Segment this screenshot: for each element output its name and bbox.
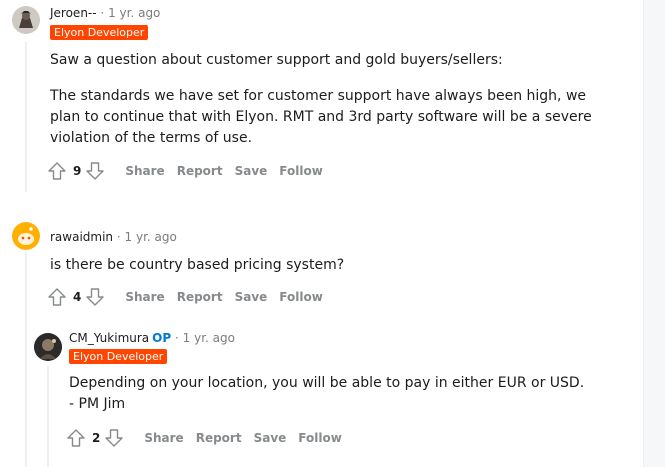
timestamp[interactable]: 1 yr. ago	[125, 230, 177, 244]
comment: Jeroen-- · 1 yr. ago Elyon Developer Saw…	[0, 0, 643, 200]
user-flair: Elyon Developer	[69, 349, 168, 364]
comment-paragraph: The standards we have set for customer s…	[50, 88, 592, 146]
timestamp[interactable]: 1 yr. ago	[183, 331, 235, 345]
author-name[interactable]: Jeroen--	[50, 6, 97, 20]
upvote-icon[interactable]	[47, 287, 67, 307]
comment-paragraph: Saw a question about customer support an…	[50, 52, 503, 68]
comment-paragraph: - PM Jim	[69, 396, 126, 412]
upvote-icon[interactable]	[66, 428, 86, 448]
upvote-icon[interactable]	[47, 161, 67, 181]
comment-actions: 2 Share Report Save Follow	[66, 426, 342, 450]
report-button[interactable]: Report	[177, 290, 223, 304]
comment-body: Saw a question about customer support an…	[50, 50, 610, 149]
author-name[interactable]: rawaidmin	[50, 230, 113, 244]
share-button[interactable]: Share	[125, 290, 164, 304]
page-background-rail	[643, 0, 665, 467]
comment-body: Depending on your location, you will be …	[69, 373, 629, 415]
vote-score: 2	[92, 431, 101, 445]
avatar[interactable]	[12, 6, 40, 34]
user-avatar-icon	[34, 333, 62, 361]
follow-button[interactable]: Follow	[279, 164, 323, 178]
user-flair: Elyon Developer	[50, 25, 149, 40]
separator: ·	[100, 6, 105, 20]
comment-meta: Jeroen-- · 1 yr. ago	[50, 5, 160, 21]
save-button[interactable]: Save	[235, 290, 268, 304]
snoo-avatar-icon	[12, 222, 40, 250]
report-button[interactable]: Report	[177, 164, 223, 178]
comment-meta: CM_Yukimura OP · 1 yr. ago	[69, 330, 235, 346]
save-button[interactable]: Save	[254, 431, 287, 445]
share-button[interactable]: Share	[125, 164, 164, 178]
user-avatar-icon	[12, 6, 40, 34]
comment-actions: 9 Share Report Save Follow	[47, 159, 323, 183]
downvote-icon[interactable]	[85, 161, 105, 181]
comment-actions: 4 Share Report Save Follow	[47, 285, 323, 309]
separator: ·	[174, 331, 179, 345]
author-name[interactable]: CM_Yukimura	[69, 331, 149, 345]
op-badge: OP	[152, 331, 172, 345]
downvote-icon[interactable]	[85, 287, 105, 307]
avatar[interactable]	[12, 222, 40, 250]
comment-meta: rawaidmin · 1 yr. ago	[50, 229, 177, 245]
comment-thread: Jeroen-- · 1 yr. ago Elyon Developer Saw…	[0, 0, 643, 467]
share-button[interactable]: Share	[144, 431, 183, 445]
comment-paragraph: is there be country based pricing system…	[50, 257, 345, 273]
separator: ·	[116, 230, 121, 244]
comment: rawaidmin · 1 yr. ago is there be countr…	[0, 218, 643, 318]
follow-button[interactable]: Follow	[279, 290, 323, 304]
comment-paragraph: Depending on your location, you will be …	[69, 375, 585, 391]
downvote-icon[interactable]	[104, 428, 124, 448]
follow-button[interactable]: Follow	[298, 431, 342, 445]
comment-body: is there be country based pricing system…	[50, 255, 610, 276]
reply-comment: CM_Yukimura OP · 1 yr. ago Elyon Develope…	[0, 328, 643, 467]
timestamp[interactable]: 1 yr. ago	[108, 6, 160, 20]
report-button[interactable]: Report	[196, 431, 242, 445]
vote-score: 9	[73, 164, 82, 178]
avatar[interactable]	[34, 333, 62, 361]
vote-score: 4	[73, 290, 82, 304]
save-button[interactable]: Save	[235, 164, 268, 178]
